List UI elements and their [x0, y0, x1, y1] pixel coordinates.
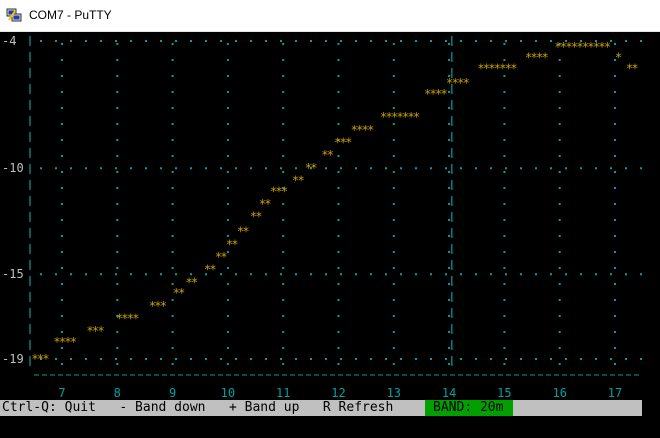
band-label: BAND: 20m — [433, 400, 504, 415]
y-tick-label: -15 — [2, 267, 24, 281]
data-point: * — [367, 123, 374, 137]
x-tick-label: 8 — [114, 386, 121, 400]
data-point: * — [220, 250, 227, 264]
data-point: * — [191, 275, 198, 289]
signal-chart: -4 -10 -15 -19 7 8 9 10 11 12 13 14 15 16 17 * * * * * * * * *… — [2, 34, 642, 400]
chart-axes: -4 -10 -15 -19 7 8 9 10 11 12 13 14 15 16 17 — [2, 34, 642, 400]
status-keys-help: Ctrl-Q: Quit - Band down + Band up R Ref… — [2, 400, 394, 415]
window-title: COM7 - PuTTY — [29, 8, 112, 22]
data-point: * — [615, 51, 622, 65]
terminal-area[interactable]: -4 -10 -15 -19 7 8 9 10 11 12 13 14 15 16 17 * * * * * * * * *… — [0, 32, 660, 438]
y-tick-label: -4 — [2, 34, 16, 48]
data-point: * — [178, 286, 185, 300]
x-tick-label: 13 — [387, 386, 401, 400]
y-tick-label: -19 — [2, 352, 24, 366]
y-tick-label: -10 — [2, 161, 24, 175]
x-tick-label: 10 — [221, 386, 235, 400]
data-point: * — [463, 76, 470, 90]
data-point: * — [70, 335, 77, 349]
data-point: * — [297, 174, 304, 188]
band-badge: BAND: 20m — [425, 400, 513, 416]
data-point: * — [97, 324, 104, 338]
data-point: * — [413, 110, 420, 124]
x-tick-label: 11 — [276, 386, 290, 400]
data-point: * — [209, 263, 216, 277]
data-point: * — [132, 311, 139, 325]
data-point: * — [281, 184, 288, 198]
putty-icon — [6, 8, 22, 22]
x-tick-label: 14 — [442, 386, 456, 400]
x-tick-label: 12 — [331, 386, 345, 400]
data-point: * — [42, 352, 49, 366]
data-point: * — [631, 61, 638, 75]
data-point: * — [310, 161, 317, 175]
data-point: * — [242, 225, 249, 239]
data-point: * — [255, 210, 262, 224]
data-point: * — [327, 148, 334, 162]
data-point: * — [604, 40, 611, 54]
status-bar: Ctrl-Q: Quit - Band down + Band up R Ref… — [0, 400, 642, 416]
chart-data-marks: ****************************************… — [31, 40, 638, 366]
data-point: * — [231, 237, 238, 251]
x-tick-label: 15 — [497, 386, 511, 400]
data-point: * — [345, 136, 352, 150]
data-point: * — [160, 299, 167, 313]
window-titlebar[interactable]: COM7 - PuTTY — [0, 0, 660, 32]
x-tick-label: 16 — [552, 386, 566, 400]
data-point: * — [264, 197, 271, 211]
x-tick-label: 17 — [608, 386, 622, 400]
data-point: * — [541, 51, 548, 65]
x-tick-label: 7 — [58, 386, 65, 400]
x-tick-label: 9 — [169, 386, 176, 400]
data-point: * — [510, 61, 517, 75]
